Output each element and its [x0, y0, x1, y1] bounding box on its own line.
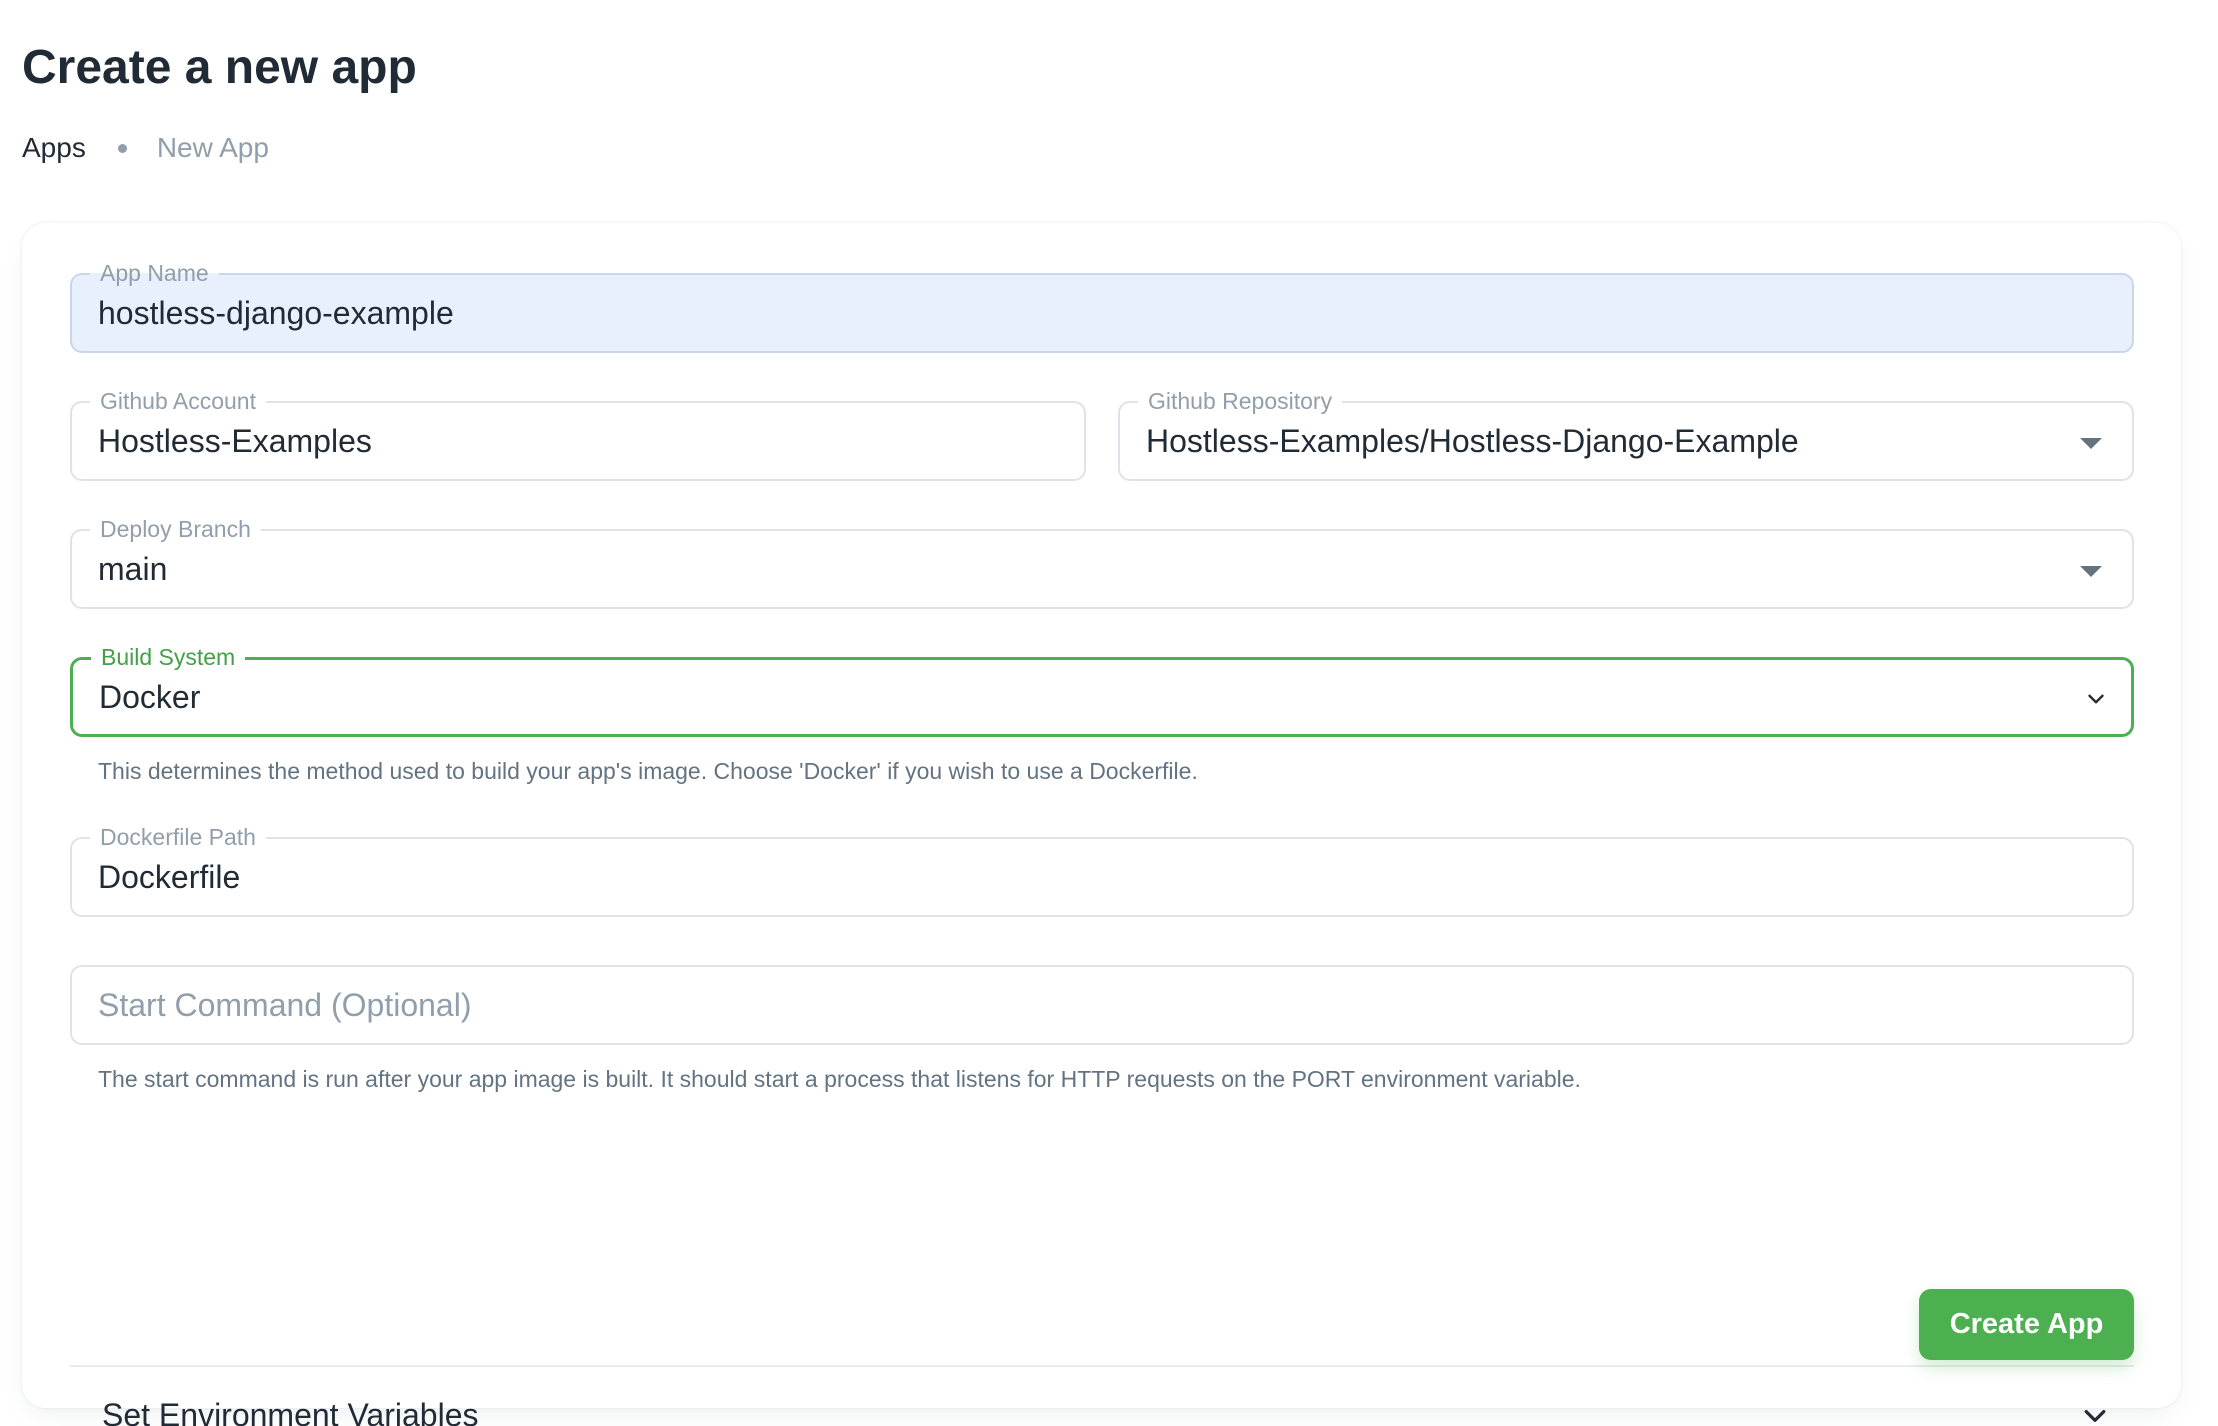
chevron-down-icon [2084, 1410, 2106, 1422]
create-app-form-card: App Name hostless-django-example Github … [22, 223, 2181, 1426]
caret-down-icon[interactable] [2080, 566, 2102, 577]
caret-down-icon[interactable] [2080, 438, 2102, 449]
page-title: Create a new app [22, 41, 417, 94]
start-command-input[interactable]: Start Command (Optional) [98, 967, 2052, 1043]
github-repository-value: Hostless-Examples/Hostless-Django-Exampl… [1146, 423, 1799, 459]
github-account-input[interactable]: Hostless-Examples [98, 403, 1004, 479]
start-command-field[interactable]: Start Command (Optional) [70, 965, 2134, 1045]
app-name-input[interactable]: hostless-django-example [98, 275, 2052, 351]
breadcrumb-apps-link[interactable]: Apps [22, 128, 86, 168]
breadcrumb-current: New App [156, 132, 269, 163]
dockerfile-path-input[interactable]: Dockerfile [98, 839, 2052, 915]
breadcrumb: Apps New App [22, 128, 269, 168]
app-name-field[interactable]: App Name hostless-django-example [70, 259, 2134, 353]
build-system-value: Docker [99, 679, 201, 715]
create-app-button[interactable]: Create App [1919, 1289, 2134, 1360]
deploy-branch-value: main [98, 551, 168, 587]
env-vars-accordion-label: Set Environment Variables [102, 1397, 479, 1426]
dockerfile-path-field[interactable]: Dockerfile Path Dockerfile [70, 823, 2134, 917]
breadcrumb-separator-dot [117, 143, 127, 153]
deploy-branch-select[interactable]: Deploy Branch main [70, 515, 2134, 609]
build-system-select[interactable]: Build System Docker [70, 643, 2134, 737]
chevron-down-icon[interactable] [2083, 686, 2109, 712]
build-system-helper-text: This determines the method used to build… [98, 758, 1198, 784]
env-vars-accordion[interactable]: Set Environment Variables [70, 1367, 2134, 1426]
github-repository-select[interactable]: Github Repository Hostless-Examples/Host… [1118, 387, 2134, 481]
start-command-helper-text: The start command is run after your app … [98, 1066, 1581, 1092]
page: Create a new app Apps New App App Name h… [0, 0, 2218, 1426]
github-account-field[interactable]: Github Account Hostless-Examples [70, 387, 1086, 481]
